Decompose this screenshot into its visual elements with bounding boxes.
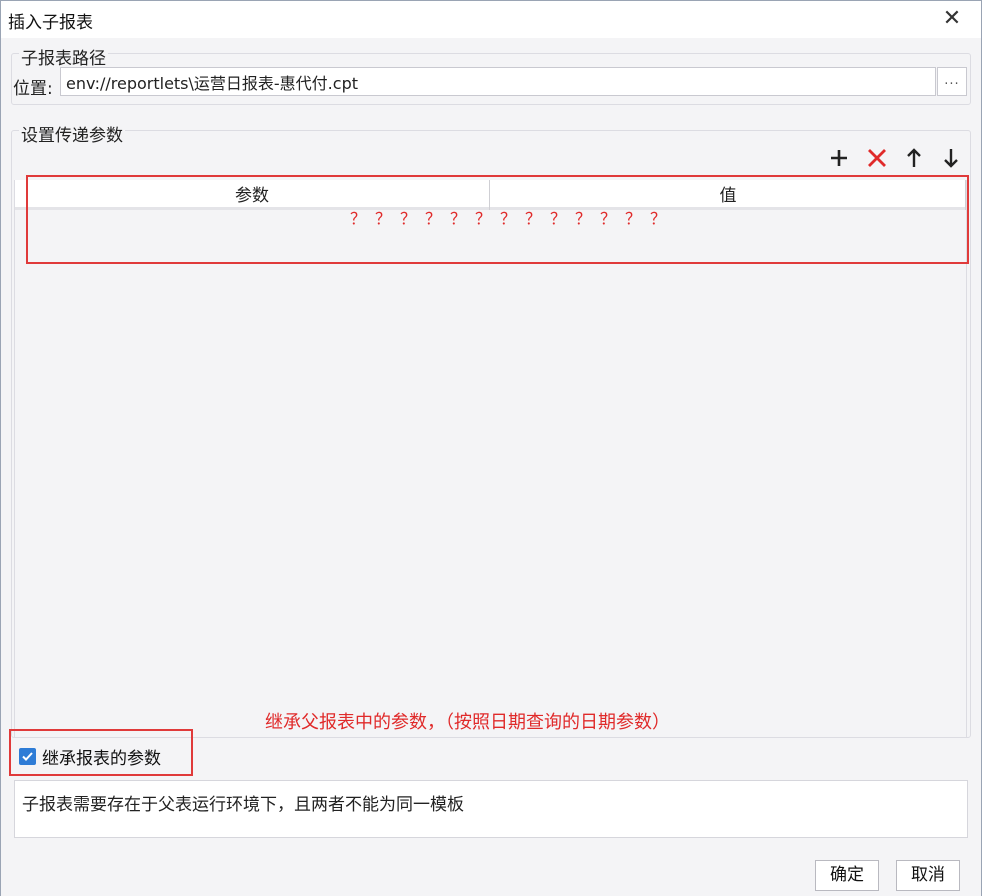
title-bar: 插入子报表 ✕ [0, 0, 982, 38]
checkbox-highlight [9, 729, 193, 776]
cancel-button[interactable]: 取消 [896, 860, 960, 891]
close-icon[interactable]: ✕ [937, 4, 967, 34]
window-title: 插入子报表 [8, 13, 93, 33]
annotation-note: 继承父报表中的参数，（按照日期查询的日期参数） [265, 712, 670, 733]
params-group-legend: 设置传递参数 [19, 121, 125, 146]
path-input[interactable] [60, 67, 936, 96]
hint-text: 子报表需要存在于父表运行环境下，且两者不能为同一模板 [14, 780, 968, 838]
arrow-up-icon[interactable] [901, 145, 927, 171]
browse-button[interactable]: ... [937, 67, 967, 96]
table-header-highlight [26, 175, 969, 264]
arrow-down-icon[interactable] [938, 145, 964, 171]
delete-icon[interactable] [864, 145, 890, 171]
plus-icon[interactable] [826, 145, 852, 171]
path-group-legend: 子报表路径 [19, 44, 108, 69]
ok-button[interactable]: 确定 [815, 860, 879, 891]
path-label: 位置: [13, 79, 53, 99]
